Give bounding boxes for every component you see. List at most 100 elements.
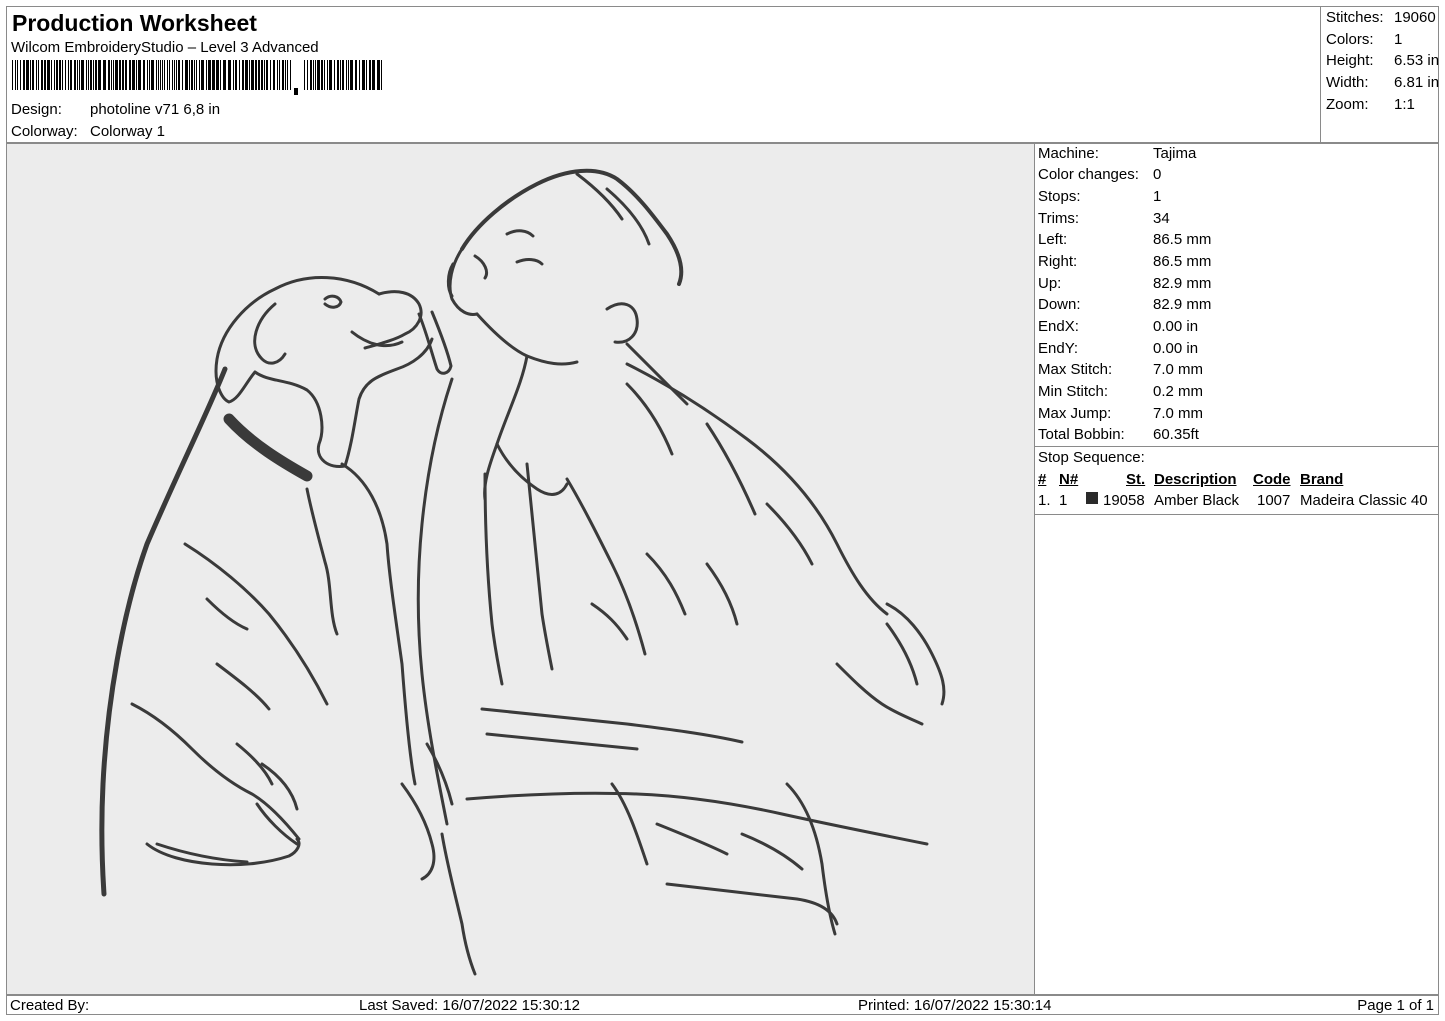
embroidery-design-illustration	[99, 168, 946, 976]
max-stitch-row: Max Stitch: 7.0 mm	[1038, 361, 1203, 378]
barcode-bar	[362, 60, 365, 90]
hoodie-fold-4	[885, 622, 919, 686]
barcode-bar	[313, 60, 314, 90]
barcode-bar	[111, 60, 112, 90]
barcode-bar	[191, 60, 193, 90]
barcode-bar	[261, 60, 263, 90]
barcode-bar	[20, 60, 21, 90]
stop-sequence-title: Stop Sequence:	[1038, 449, 1145, 466]
barcode-bar	[216, 60, 219, 90]
barcode-bar	[36, 60, 37, 90]
colors-value: 1	[1394, 31, 1403, 48]
hoodie-arm-lower	[835, 662, 924, 726]
barcode-bar	[32, 60, 34, 90]
barcode-bar	[26, 60, 29, 90]
barcode-bar	[208, 60, 211, 90]
last-saved: Last Saved: 16/07/2022 15:30:12	[359, 997, 581, 1014]
height-value: 6.53 in	[1394, 52, 1440, 69]
barcode-bar	[172, 60, 173, 90]
barcode-bar	[162, 60, 163, 90]
barcode-bar	[242, 60, 244, 90]
stops-label: Stops:	[1038, 188, 1081, 205]
zoom-label: Zoom:	[1326, 96, 1369, 113]
dog-tongue	[417, 310, 453, 375]
page-number: Page 1 of 1	[1357, 997, 1434, 1014]
colorway-value: Colorway 1	[90, 123, 166, 140]
machine-row: Machine: Tajima	[1038, 145, 1196, 162]
color-changes-row: Color changes: 0	[1038, 166, 1161, 183]
barcode-bar	[355, 60, 357, 90]
stitches-label: Stitches:	[1326, 9, 1384, 26]
page-title: Production Worksheet	[12, 10, 257, 36]
barcode-bar	[74, 60, 76, 90]
hoodie-fold-1	[590, 602, 629, 641]
hoodie-body-4	[765, 502, 814, 566]
man-hand	[400, 782, 436, 881]
barcode-bar	[122, 60, 124, 90]
man-leg-1	[440, 832, 477, 976]
hoodie-body-2	[625, 382, 674, 456]
barcode-bar	[51, 60, 52, 90]
barcode-bar	[366, 60, 367, 90]
barcode-bar	[81, 60, 84, 90]
design-canvas	[6, 143, 1035, 995]
printed-date: Printed: 16/07/2022 15:30:14	[858, 997, 1052, 1014]
hoodie-arm	[885, 602, 946, 706]
barcode-bar	[88, 60, 89, 90]
barcode-bar	[164, 60, 165, 90]
barcode-bar	[169, 60, 170, 90]
barcode-bar	[79, 60, 80, 90]
colors-label: Colors:	[1326, 31, 1374, 48]
barcode-bar	[264, 60, 265, 90]
stitches-row: Stitches: 19060	[1326, 9, 1436, 26]
man-leg-4	[665, 882, 839, 926]
max-stitch-label: Max Stitch:	[1038, 361, 1113, 378]
barcode-bar	[381, 60, 382, 90]
barcode-bar	[17, 60, 18, 90]
total-bobbin-label: Total Bobbin:	[1038, 426, 1125, 443]
barcode-bar	[255, 60, 257, 90]
hoodie-fold-2	[645, 552, 687, 616]
barcode-bar	[143, 60, 145, 90]
width-value: 6.81 in	[1394, 74, 1440, 91]
barcode-bar	[327, 60, 328, 90]
barcode-bar	[113, 60, 114, 90]
barcode-bar	[201, 60, 204, 90]
barcode-bar	[176, 60, 177, 90]
man-leg-2	[465, 791, 929, 846]
man-ear	[605, 302, 639, 344]
design-row: Design: photoline v71 6,8 in	[11, 101, 220, 118]
max-jump-label: Max Jump:	[1038, 405, 1112, 422]
barcode-bar	[149, 60, 150, 90]
endx-label: EndX:	[1038, 318, 1079, 335]
right-value: 86.5 mm	[1153, 253, 1212, 270]
barcode-bar	[132, 60, 135, 90]
barcode-bar	[377, 60, 380, 90]
barcode-bar	[245, 60, 248, 90]
max-stitch-value: 7.0 mm	[1153, 361, 1204, 378]
col-header-description: Description	[1154, 471, 1237, 488]
divider	[1035, 514, 1438, 515]
barcode-bar	[369, 60, 371, 90]
seq-row-description: Amber Black	[1154, 492, 1240, 509]
barcode-bar	[12, 60, 13, 90]
barcode-bar	[372, 60, 375, 90]
dog-fold-3	[235, 742, 274, 786]
worksheet-footer: Created By: Last Saved: 16/07/2022 15:30…	[6, 995, 1439, 1015]
barcode-bar	[115, 60, 118, 90]
barcode-bar	[185, 60, 188, 90]
stops-value: 1	[1153, 188, 1162, 205]
seq-row-num: 1.	[1038, 492, 1051, 509]
design-label: Design:	[11, 101, 62, 118]
barcode-bar	[324, 60, 325, 90]
barcode-bar	[329, 60, 332, 90]
left-row: Left: 86.5 mm	[1038, 231, 1211, 248]
barcode-bar	[348, 60, 349, 90]
endx-row: EndX: 0.00 in	[1038, 318, 1198, 335]
barcode-bar	[178, 60, 180, 90]
barcode-bar	[108, 60, 110, 90]
dog-chest-inner	[305, 487, 339, 636]
barcode-bar	[90, 60, 92, 90]
barcode-bar	[65, 60, 66, 90]
hoodie-collar	[495, 442, 569, 496]
